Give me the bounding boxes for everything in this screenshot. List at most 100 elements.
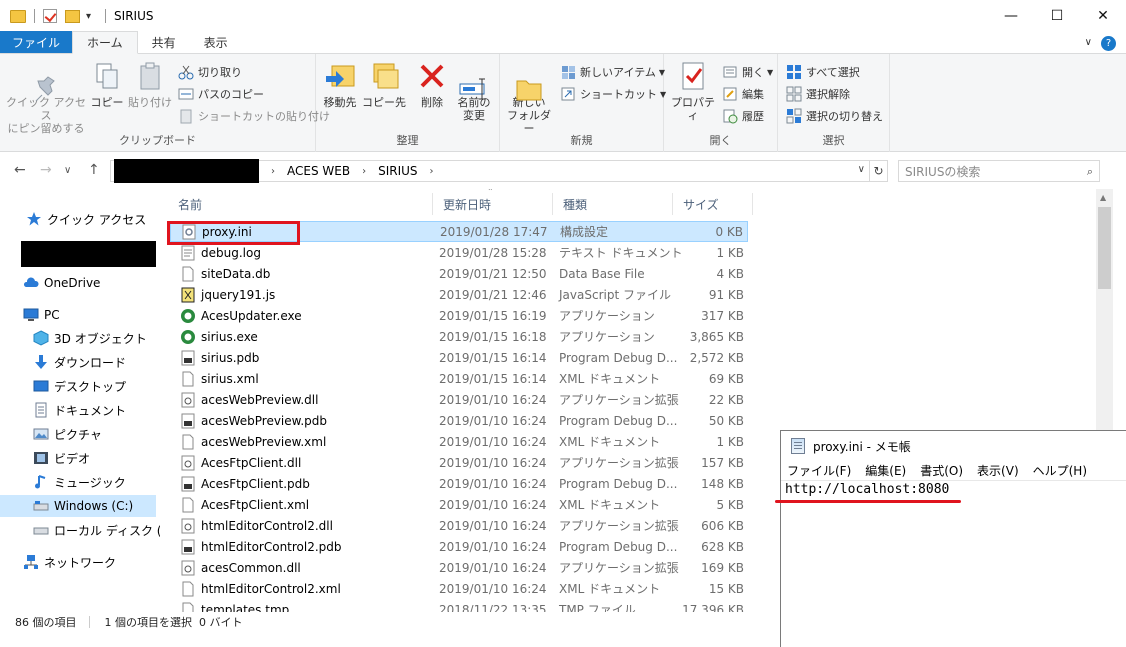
address-dropdown-icon[interactable]: ∨ <box>858 164 865 175</box>
notepad-title: proxy.ini - メモ帳 <box>813 439 911 454</box>
file-row[interactable]: sirius.pdb 2019/01/15 16:14 Program Debug … <box>170 347 748 368</box>
file-row[interactable]: sirius.xml 2019/01/15 16:14 XML ドキュメント 69 K… <box>170 368 748 389</box>
recent-locations-icon[interactable]: ∨ <box>64 165 71 176</box>
new-item-button[interactable]: 新しいアイテム ▼ <box>560 62 665 82</box>
tab-home[interactable]: ホーム <box>72 31 138 54</box>
sidebar-item-documents[interactable]: ドキュメント <box>33 399 126 421</box>
column-name[interactable]: 名前 <box>168 193 433 215</box>
sidebar-item-downloads[interactable]: ダウンロード <box>33 351 126 373</box>
cut-button[interactable]: 切り取り <box>178 62 242 82</box>
new-folder-button[interactable]: 新しい フォルダー <box>504 60 554 135</box>
file-row[interactable]: acesWebPreview.dll 2019/01/10 16:24 アプリケーシ… <box>170 389 748 410</box>
divider <box>105 9 107 23</box>
column-type[interactable]: 種類 <box>553 193 673 215</box>
breadcrumb-sirius[interactable]: SIRIUS <box>378 164 417 178</box>
breadcrumb-separator[interactable]: › <box>430 166 434 177</box>
file-row[interactable]: AcesFtpClient.xml 2019/01/10 16:24 XML ドキュ… <box>170 494 748 515</box>
divider <box>34 9 35 23</box>
copy-button[interactable]: コピー <box>90 60 124 109</box>
column-size[interactable]: サイズ <box>673 193 753 215</box>
search-input[interactable]: SIRIUSの検索 ⌕ <box>898 160 1100 182</box>
file-row[interactable]: acesWebPreview.xml 2019/01/10 16:24 XML ドキ… <box>170 431 748 452</box>
file-row[interactable]: AcesFtpClient.pdb 2019/01/10 16:24 Program… <box>170 473 748 494</box>
sidebar-item-desktop[interactable]: デスクトップ <box>33 375 126 397</box>
scrollbar-thumb[interactable] <box>1098 207 1111 289</box>
dll-file-icon <box>180 560 196 576</box>
menu-view[interactable]: 表示(V) <box>977 462 1019 479</box>
paste-shortcut-button[interactable]: ショートカットの貼り付け <box>178 106 330 126</box>
help-icon[interactable]: ? <box>1101 36 1116 51</box>
copy-path-button[interactable]: パスのコピー <box>178 84 264 104</box>
sidebar-item-3d-objects[interactable]: 3D オブジェクト <box>33 327 147 349</box>
ribbon: クイック アクセス にピン留めする コピー 貼り付け 切り取り パスのコピー シ… <box>0 54 1126 152</box>
sidebar-item-onedrive[interactable]: OneDrive <box>23 272 100 294</box>
select-all-icon <box>786 64 802 80</box>
sidebar-item-windows-c[interactable]: Windows (C:) <box>0 495 156 517</box>
scroll-up-icon[interactable]: ▲ <box>1100 193 1106 202</box>
column-date-modified[interactable]: 更新日時 <box>433 193 553 215</box>
tab-file[interactable]: ファイル <box>0 31 73 53</box>
tab-share[interactable]: 共有 <box>138 31 190 53</box>
copy-to-button[interactable]: コピー先 <box>362 60 406 109</box>
new-folder-quick-icon[interactable] <box>65 9 80 23</box>
forward-arrow-icon[interactable]: → <box>40 162 52 178</box>
properties-quick-icon[interactable] <box>43 9 57 23</box>
menu-format[interactable]: 書式(O) <box>920 462 963 479</box>
address-bar[interactable]: › ACES WEB › SIRIUS › ∨ <box>110 159 870 183</box>
file-row[interactable]: htmlEditorControl2.dll 2019/01/10 16:24 アプ… <box>170 515 748 536</box>
ribbon-collapse-icon[interactable]: ∨ <box>1085 37 1092 48</box>
file-row[interactable]: AcesUpdater.exe 2019/01/15 16:19 アプリケーション 3… <box>170 305 748 326</box>
file-row[interactable]: debug.log 2019/01/28 15:28 テキスト ドキュメント 1 KB <box>170 242 748 263</box>
refresh-icon[interactable]: ↻ <box>870 160 888 182</box>
file-name: htmlEditorControl2.dll <box>201 518 333 533</box>
rename-button[interactable]: 名前の 変更 <box>452 60 496 122</box>
file-type: XML ドキュメント <box>559 372 661 386</box>
file-size: 317 KB <box>701 308 744 323</box>
breadcrumb-aces-web[interactable]: ACES WEB <box>287 164 350 178</box>
properties-button[interactable]: プロパティ <box>668 60 718 122</box>
up-arrow-icon[interactable]: ↑ <box>88 162 100 178</box>
paste-button[interactable]: 貼り付け <box>128 60 172 109</box>
tab-view[interactable]: 表示 <box>190 31 242 53</box>
file-type: TMP ファイル <box>559 603 636 612</box>
breadcrumb-separator[interactable]: › <box>271 166 275 177</box>
sidebar-item-pictures[interactable]: ピクチャ <box>33 423 102 445</box>
maximize-button[interactable]: ☐ <box>1034 0 1080 32</box>
menu-file[interactable]: ファイル(F) <box>787 462 851 479</box>
history-button[interactable]: 履歴 <box>722 106 764 126</box>
file-row[interactable]: sirius.exe 2019/01/15 16:18 アプリケーション 3,865 … <box>170 326 748 347</box>
file-row[interactable]: htmlEditorControl2.pdb 2019/01/10 16:24 Pr… <box>170 536 748 557</box>
pin-quick-access-button[interactable]: クイック アクセス にピン留めする <box>6 60 86 135</box>
sidebar-item-local-disk-d[interactable]: ローカル ディスク (D:) <box>33 519 179 541</box>
file-row[interactable]: acesWebPreview.pdb 2019/01/10 16:24 Progra… <box>170 410 748 431</box>
sidebar-item-pc[interactable]: PC <box>23 304 60 326</box>
open-button[interactable]: 開く ▼ <box>722 62 773 82</box>
delete-button[interactable]: 削除 <box>416 60 448 109</box>
menu-edit[interactable]: 編集(E) <box>865 462 906 479</box>
menu-help[interactable]: ヘルプ(H) <box>1033 462 1087 479</box>
file-row[interactable]: AcesFtpClient.dll 2019/01/10 16:24 アプリケーショ… <box>170 452 748 473</box>
breadcrumb-separator[interactable]: › <box>362 166 366 177</box>
sidebar-item-videos[interactable]: ビデオ <box>33 447 90 469</box>
select-none-button[interactable]: 選択解除 <box>786 84 850 104</box>
sidebar-item-quick-access[interactable]: クイック アクセス <box>26 208 146 230</box>
select-all-button[interactable]: すべて選択 <box>786 62 860 82</box>
notepad-text-area[interactable]: http://localhost:8080 <box>785 482 949 497</box>
move-to-button[interactable]: 移動先 <box>320 60 360 109</box>
quick-access-dropdown-icon[interactable]: ▾ <box>86 11 91 22</box>
file-date: 2019/01/10 16:24 <box>439 581 547 596</box>
easy-access-button[interactable]: ショートカット ▼ <box>560 84 666 104</box>
invert-selection-button[interactable]: 選択の切り替え <box>786 106 883 126</box>
minimize-button[interactable]: — <box>988 0 1034 32</box>
sidebar-item-music[interactable]: ミュージック <box>33 471 126 493</box>
close-button[interactable]: ✕ <box>1080 0 1126 32</box>
edit-button[interactable]: 編集 <box>722 84 764 104</box>
sidebar-item-network[interactable]: ネットワーク <box>23 551 116 573</box>
file-row[interactable]: templates.tmp 2018/11/22 13:35 TMP ファイル 17,… <box>170 599 748 612</box>
file-row[interactable]: jquery191.js 2019/01/21 12:46 JavaScript フ… <box>170 284 748 305</box>
file-row[interactable]: acesCommon.dll 2019/01/10 16:24 アプリケーション拡張… <box>170 557 748 578</box>
back-arrow-icon[interactable]: ← <box>14 162 26 178</box>
file-row[interactable]: htmlEditorControl2.xml 2019/01/10 16:24 XM… <box>170 578 748 599</box>
copy-folder-icon <box>368 60 400 92</box>
file-row[interactable]: siteData.db 2019/01/21 12:50 Data Base Fil… <box>170 263 748 284</box>
